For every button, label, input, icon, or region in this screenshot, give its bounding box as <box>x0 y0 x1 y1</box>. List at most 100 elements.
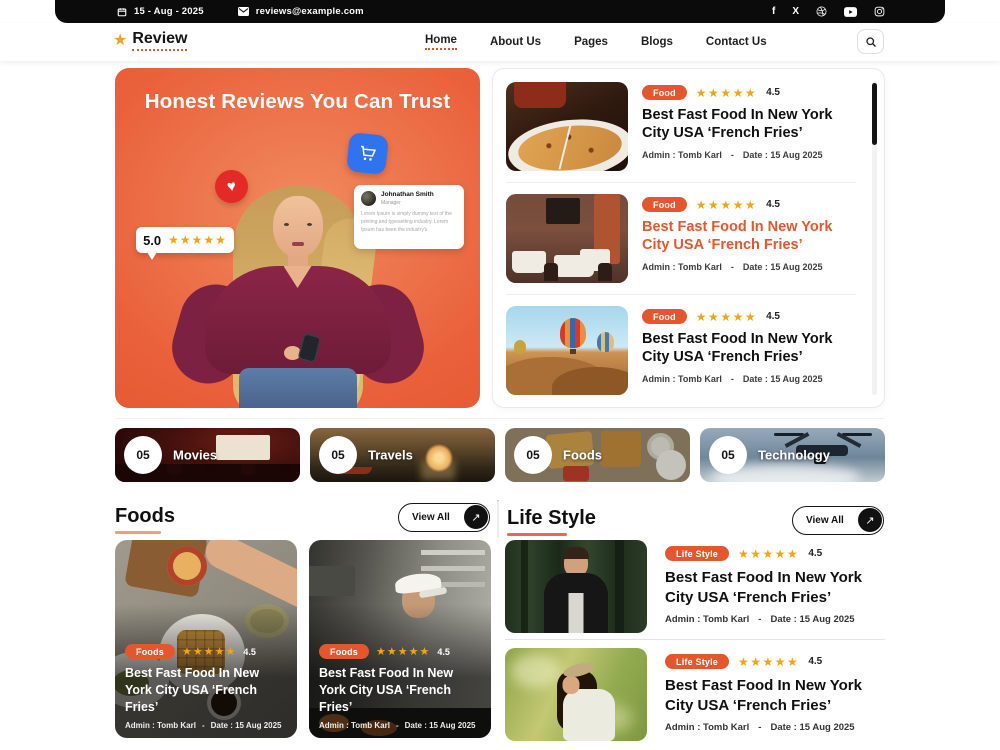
meta-separator: - <box>758 722 761 733</box>
review-thumb-restaurant[interactable] <box>506 194 628 283</box>
page: 15 - Aug - 2025 reviews@example.com f X … <box>0 0 1000 750</box>
post-title[interactable]: Best Fast Food In New York City USA ‘Fre… <box>642 330 860 367</box>
lifestyle-list-item: Life Style ★★★★★ 4.5 Best Fast Food In N… <box>505 540 885 633</box>
post-date: Date : 15 Aug 2025 <box>405 721 476 730</box>
post-admin: Admin : Tomb Karl <box>665 614 749 625</box>
youtube-icon[interactable] <box>844 7 857 17</box>
category-badge[interactable]: Food <box>642 85 687 100</box>
category-card-travels[interactable]: 05 Travels <box>310 428 495 482</box>
rating-value: 4.5 <box>437 647 450 657</box>
arrow-up-right-icon: ↗ <box>858 508 882 532</box>
facebook-icon[interactable]: f <box>772 6 775 17</box>
category-count: 05 <box>514 436 552 474</box>
category-badge[interactable]: Life Style <box>665 654 729 669</box>
post-title[interactable]: Best Fast Food In New York City USA ‘Fre… <box>125 665 287 716</box>
view-all-label: View All <box>806 515 844 526</box>
divider <box>497 500 499 538</box>
nav-home[interactable]: Home <box>425 34 457 50</box>
meta-separator: - <box>731 374 734 384</box>
category-label: Foods <box>563 448 602 463</box>
category-count: 05 <box>124 436 162 474</box>
rating-value: 4.5 <box>808 548 822 559</box>
star-rating: ★★★★★ <box>376 645 430 658</box>
category-badge[interactable]: Life Style <box>665 546 729 561</box>
food-card-chef[interactable]: Foods ★★★★★ 4.5 Best Fast Food In New Yo… <box>309 540 491 738</box>
post-date: Date : 15 Aug 2025 <box>770 722 854 733</box>
category-label: Movies <box>173 448 217 463</box>
dribbble-icon[interactable] <box>816 6 827 17</box>
review-thumb-balloons[interactable] <box>506 306 628 395</box>
post-admin: Admin : Tomb Karl <box>642 150 722 160</box>
post-meta: Admin : Tomb Karl - Date : 15 Aug 2025 <box>642 374 860 384</box>
nav-contact-us[interactable]: Contact Us <box>706 36 767 48</box>
post-admin: Admin : Tomb Karl <box>125 721 196 730</box>
divider <box>506 294 856 295</box>
search-button[interactable] <box>857 29 884 54</box>
post-admin: Admin : Tomb Karl <box>642 374 722 384</box>
instagram-icon[interactable] <box>874 6 885 17</box>
post-title[interactable]: Best Fast Food In New York City USA ‘Fre… <box>665 568 887 607</box>
post-date: Date : 15 Aug 2025 <box>770 614 854 625</box>
category-card-technology[interactable]: 05 Technology <box>700 428 885 482</box>
category-count: 05 <box>709 436 747 474</box>
date-display: 15 - Aug - 2025 <box>117 6 204 17</box>
avatar <box>361 191 376 206</box>
x-twitter-icon[interactable]: X <box>792 6 799 17</box>
scrollbar-track[interactable] <box>872 81 877 395</box>
star-rating: ★★★★★ <box>738 655 799 669</box>
testimonial-text: Lorem Ipsum is simply dummy text of the … <box>361 210 457 234</box>
search-icon <box>865 36 877 48</box>
hero-rating-badge: 5.0 ★★★★★ <box>136 227 234 253</box>
view-all-lifestyle-button[interactable]: View All ↗ <box>792 506 884 535</box>
reviews-panel: Food ★★★★★ 4.5 Best Fast Food In New Yor… <box>492 68 885 408</box>
category-label: Technology <box>758 448 830 463</box>
view-all-foods-button[interactable]: View All ↗ <box>398 503 490 532</box>
rating-value: 4.5 <box>243 647 256 657</box>
topbar: 15 - Aug - 2025 reviews@example.com f X <box>55 0 945 23</box>
lifestyle-list-item: Life Style ★★★★★ 4.5 Best Fast Food In N… <box>505 648 885 741</box>
nav-pages[interactable]: Pages <box>574 36 608 48</box>
section-title-foods: Foods <box>115 505 175 534</box>
testimonial-name: Johnathan Smith <box>381 191 434 199</box>
post-title-highlighted[interactable]: Best Fast Food In New York City USA ‘Fre… <box>642 218 860 255</box>
review-thumb-pizza[interactable] <box>506 82 628 171</box>
scrollbar-thumb[interactable] <box>872 83 877 145</box>
nav-blogs[interactable]: Blogs <box>641 36 673 48</box>
brand-logo[interactable]: ★ Review <box>113 30 187 51</box>
post-title[interactable]: Best Fast Food In New York City USA ‘Fre… <box>642 106 860 143</box>
post-title[interactable]: Best Fast Food In New York City USA ‘Fre… <box>319 665 481 716</box>
post-date: Date : 15 Aug 2025 <box>743 150 823 160</box>
main-menu: Home About Us Pages Blogs Contact Us <box>425 23 767 61</box>
star-rating: ★★★★★ <box>696 310 757 324</box>
hero-banner: Honest Reviews You Can Trust ♥ Johnathan… <box>115 68 480 408</box>
category-badge[interactable]: Food <box>642 309 687 324</box>
post-date: Date : 15 Aug 2025 <box>211 721 282 730</box>
post-admin: Admin : Tomb Karl <box>319 721 390 730</box>
testimonial-role: Manager <box>381 200 434 206</box>
post-meta: Admin : Tomb Karl - Date : 15 Aug 2025 <box>642 150 860 160</box>
food-card-brunch[interactable]: Foods ★★★★★ 4.5 Best Fast Food In New Yo… <box>115 540 297 738</box>
navbar: ★ Review Home About Us Pages Blogs Conta… <box>0 23 1000 61</box>
topbar-info: 15 - Aug - 2025 reviews@example.com <box>117 6 364 17</box>
lifestyle-thumb-woman-field[interactable] <box>505 648 647 741</box>
nav-about-us[interactable]: About Us <box>490 36 541 48</box>
post-title[interactable]: Best Fast Food In New York City USA ‘Fre… <box>665 676 887 715</box>
meta-separator: - <box>758 614 761 625</box>
meta-separator: - <box>202 721 205 730</box>
brand-name: Review <box>132 30 187 51</box>
lifestyle-thumb-man-forest[interactable] <box>505 540 647 633</box>
category-badge[interactable]: Foods <box>125 644 175 659</box>
rating-value: 4.5 <box>766 199 780 210</box>
topbar-email: reviews@example.com <box>256 6 364 17</box>
category-card-foods[interactable]: 05 Foods <box>505 428 690 482</box>
category-label: Travels <box>368 448 413 463</box>
rating-value: 4.5 <box>766 311 780 322</box>
post-admin: Admin : Tomb Karl <box>665 722 749 733</box>
post-meta: Admin : Tomb Karl - Date : 15 Aug 2025 <box>665 722 887 733</box>
divider <box>505 639 885 640</box>
email-display[interactable]: reviews@example.com <box>238 6 364 17</box>
category-badge[interactable]: Foods <box>319 644 369 659</box>
category-card-movies[interactable]: 05 Movies <box>115 428 300 482</box>
star-rating: ★★★★★ <box>738 547 799 561</box>
category-badge[interactable]: Food <box>642 197 687 212</box>
